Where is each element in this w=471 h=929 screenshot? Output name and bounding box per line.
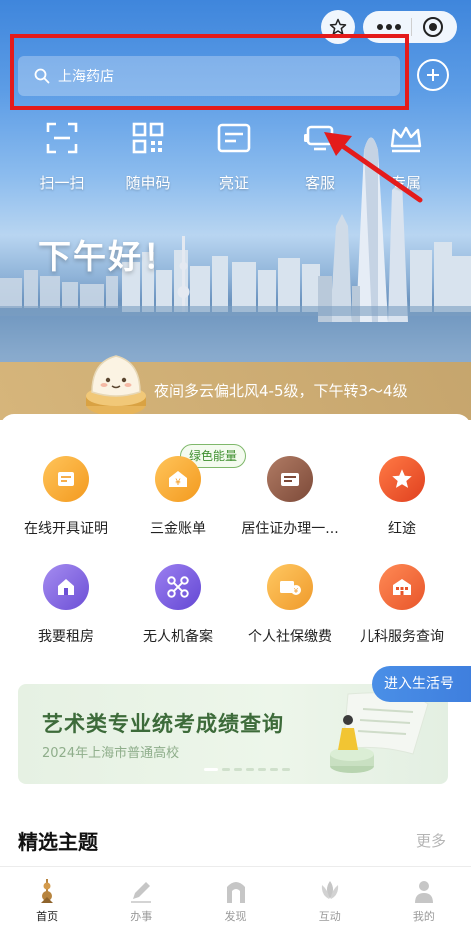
person-icon (414, 880, 433, 903)
tab-services[interactable]: 办事 (94, 867, 188, 929)
pen-icon (131, 881, 152, 903)
tab-label: 互动 (318, 909, 341, 923)
arch-icon (226, 881, 245, 903)
quick-action-label: 亮证 (218, 174, 249, 192)
xiaolongbao-mascot-icon (86, 355, 146, 416)
tab-home[interactable]: 首页 (0, 867, 94, 929)
weather-bar[interactable]: 夜间多云偏北风4-5级，下午转3～4级 (0, 362, 471, 420)
service-label: 个人社保缴费 (248, 629, 332, 645)
tab-label: 我的 (412, 909, 435, 923)
tab-interact[interactable]: 互动 (283, 867, 377, 929)
residence-card-icon (267, 456, 313, 502)
search-placeholder: 上海药店 (58, 69, 114, 85)
banner-title: 艺术类专业统考成绩查询 (42, 712, 284, 736)
bottom-tab-bar: 首页 办事 发现 互动 我的 (0, 866, 471, 929)
search-icon (34, 68, 50, 84)
service-label: 三金账单 (150, 521, 206, 537)
scan-icon (46, 122, 78, 154)
tab-label: 办事 (130, 909, 153, 923)
service-online-certificate[interactable]: 在线开具证明 (7, 456, 125, 538)
greeting-text: 下午好！ (38, 237, 178, 276)
service-label: 无人机备案 (143, 629, 213, 645)
tab-mine[interactable]: 我的 (377, 867, 471, 929)
service-label: 红途 (388, 521, 416, 537)
service-pediatric-query[interactable]: 儿科服务查询 (343, 564, 461, 646)
service-rent-house[interactable]: 我要租房 (7, 564, 125, 646)
enter-life-account-button[interactable]: 进入生活号 (372, 666, 471, 702)
pediatric-icon (379, 564, 425, 610)
close-circle-icon[interactable] (422, 16, 444, 38)
quick-action-label: 扫一扫 (39, 174, 85, 192)
service-social-security[interactable]: ¥ 个人社保缴费 (231, 564, 349, 646)
quick-action-label: 随申码 (125, 174, 171, 192)
quick-action-qr-code[interactable]: 随申码 (113, 118, 183, 193)
certificate-icon (43, 456, 89, 502)
more-link[interactable]: 更多 (416, 830, 446, 851)
service-red-route[interactable]: 红途 (343, 456, 461, 538)
banner-subtitle: 2024年上海市普通高校 (42, 746, 180, 761)
id-card-icon (217, 123, 251, 153)
plus-icon (427, 69, 439, 81)
svg-text:¥: ¥ (175, 478, 181, 488)
service-residence-permit[interactable]: 居住证办理一... (231, 456, 349, 538)
rent-house-icon (43, 564, 89, 610)
drone-icon (155, 564, 201, 610)
qr-code-icon (132, 122, 164, 154)
more-dots-icon[interactable] (376, 23, 402, 31)
house-yuan-icon: ¥ (155, 456, 201, 502)
service-label: 居住证办理一... (241, 521, 339, 537)
quick-action-show-id[interactable]: 亮证 (199, 118, 269, 193)
service-label: 儿科服务查询 (360, 629, 444, 645)
red-star-icon (379, 456, 425, 502)
section-title: 精选主题 (18, 830, 98, 854)
svg-text:¥: ¥ (294, 587, 299, 595)
search-input[interactable]: 上海药店 (18, 56, 400, 96)
tab-discover[interactable]: 发现 (188, 867, 282, 929)
service-drone-registration[interactable]: 无人机备案 (119, 564, 237, 646)
service-three-funds-bill[interactable]: ¥ 三金账单 (119, 456, 237, 538)
tab-label: 首页 (36, 909, 59, 923)
service-label: 在线开具证明 (24, 521, 108, 537)
magnolia-icon (321, 880, 338, 899)
home-tower-icon (41, 878, 54, 903)
red-arrow-annotation (324, 132, 423, 203)
banner-pagination (204, 768, 290, 771)
add-button[interactable] (417, 59, 449, 91)
social-security-icon: ¥ (267, 564, 313, 610)
hero-banner: 上海药店 扫一扫 随申码 亮证 客服 专属 下午好！ 夜间多云偏北风4-5级，下… (0, 0, 471, 420)
tab-label: 发现 (224, 909, 247, 923)
capsule-divider (411, 18, 413, 36)
services-panel: 绿色能量 在线开具证明 ¥ 三金账单 居住证办理一... 红途 我要租房 无人机… (0, 414, 471, 874)
service-label: 我要租房 (38, 629, 94, 645)
quick-action-scan[interactable]: 扫一扫 (27, 118, 97, 193)
weather-text: 夜间多云偏北风4-5级，下午转3～4级 (154, 382, 408, 400)
